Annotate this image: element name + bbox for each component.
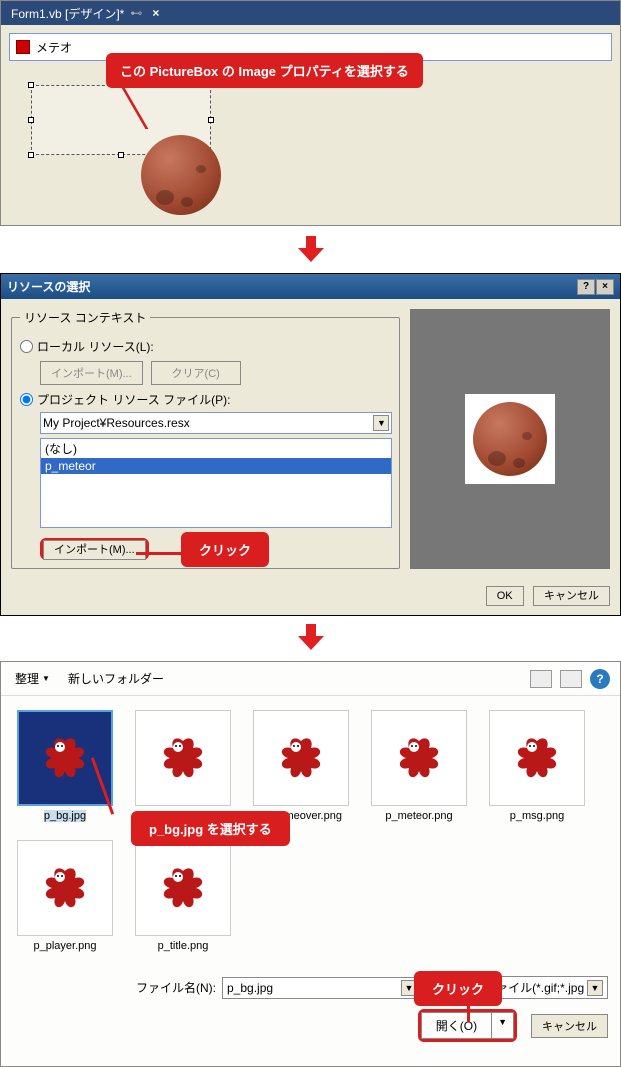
form-title: メテオ: [36, 39, 72, 56]
form-designer-panel: Form1.vb [デザイン]* ⊷ × メテオ この PictureBox の…: [0, 0, 621, 226]
callout-picturebox: この PictureBox の Image プロパティを選択する: [106, 53, 423, 88]
resize-handle[interactable]: [28, 82, 34, 88]
document-tab-bar: Form1.vb [デザイン]* ⊷ ×: [1, 1, 620, 25]
callout-click-import: クリック: [181, 532, 269, 567]
clear-button: クリア(C): [151, 361, 241, 385]
resource-file-dropdown[interactable]: My Project¥Resources.resx ▼: [40, 412, 392, 434]
file-item[interactable]: p_bg.jpg: [15, 710, 115, 822]
help-icon[interactable]: ?: [590, 669, 610, 689]
file-thumbnail[interactable]: [489, 710, 585, 806]
filename-label: ファイル名(N):: [136, 979, 216, 996]
organize-button[interactable]: 整理 ▼: [11, 668, 54, 689]
fieldset-legend: リソース コンテキスト: [20, 309, 150, 326]
file-label: p_bg.jpg: [44, 810, 86, 822]
list-item[interactable]: (なし): [41, 439, 391, 458]
design-surface[interactable]: メテオ この PictureBox の Image プロパティを選択する: [1, 25, 620, 225]
file-item[interactable]: p_title.png: [133, 840, 233, 952]
file-thumbnail[interactable]: [135, 710, 231, 806]
resource-preview: [410, 309, 610, 569]
help-button[interactable]: ?: [577, 279, 595, 295]
file-item[interactable]: p_explosion.png: [133, 710, 233, 822]
cancel-button[interactable]: キャンセル: [533, 586, 610, 606]
callout-line: [467, 1004, 470, 1022]
chevron-down-icon: ▼: [42, 674, 50, 683]
radio-local-resource[interactable]: ローカル リソース(L):: [20, 338, 391, 355]
callout-select-file: p_bg.jpg を選択する: [131, 811, 290, 846]
arrow-down-icon: [0, 622, 621, 655]
file-label: p_title.png: [158, 940, 209, 952]
meteor-image: [141, 135, 231, 225]
tab-title: Form1.vb [デザイン]*: [11, 5, 124, 22]
radio-local[interactable]: [20, 340, 33, 353]
import-button-disabled: インポート(M)...: [40, 361, 143, 385]
list-item[interactable]: p_meteor: [41, 458, 391, 474]
chevron-down-icon[interactable]: ▼: [492, 1013, 513, 1038]
close-button[interactable]: ×: [596, 279, 614, 295]
document-tab[interactable]: Form1.vb [デザイン]* ⊷ ×: [5, 5, 169, 22]
pin-icon[interactable]: ⊷: [130, 6, 142, 20]
file-footer: ファイル名(N): p_bg.jpg ▼ イメージ ファイル(*.gif;*.j…: [1, 966, 620, 1066]
resource-listbox[interactable]: (なし) p_meteor: [40, 438, 392, 528]
dialog-titlebar: リソースの選択 ? ×: [1, 274, 620, 299]
file-grid[interactable]: p_bg.jpg p_explosion.pngp_gameover.png p_m…: [1, 696, 620, 966]
callout-line: [136, 552, 186, 555]
chevron-down-icon[interactable]: ▼: [373, 415, 389, 431]
dialog-footer: OK キャンセル: [1, 579, 620, 615]
import-button-highlighted: インポート(M)...: [40, 538, 149, 560]
radio-project-resource[interactable]: プロジェクト リソース ファイル(P):: [20, 391, 391, 408]
radio-project[interactable]: [20, 393, 33, 406]
resize-handle[interactable]: [208, 117, 214, 123]
resize-handle[interactable]: [28, 152, 34, 158]
file-label: p_player.png: [34, 940, 97, 952]
view-icon[interactable]: [530, 670, 552, 688]
resize-handle[interactable]: [28, 117, 34, 123]
dialog-title: リソースの選択: [7, 278, 90, 295]
file-thumbnail[interactable]: [135, 840, 231, 936]
import-button[interactable]: インポート(M)...: [43, 540, 146, 560]
resource-context-fieldset: リソース コンテキスト ローカル リソース(L): インポート(M)... クリ…: [11, 309, 400, 569]
file-thumbnail[interactable]: [17, 840, 113, 936]
resize-handle[interactable]: [118, 152, 124, 158]
file-item[interactable]: p_meteor.png: [369, 710, 469, 822]
file-thumbnail[interactable]: [371, 710, 467, 806]
file-item[interactable]: p_msg.png: [487, 710, 587, 822]
resource-select-dialog: リソースの選択 ? × リソース コンテキスト ローカル リソース(L): イン…: [0, 273, 621, 616]
file-item[interactable]: p_gameover.png: [251, 710, 351, 822]
file-item[interactable]: p_player.png: [15, 840, 115, 952]
form-icon: [16, 40, 30, 54]
callout-click-open: クリック: [414, 971, 502, 1006]
file-label: p_meteor.png: [385, 810, 452, 822]
file-thumbnail[interactable]: [253, 710, 349, 806]
file-toolbar: 整理 ▼ 新しいフォルダー ?: [1, 662, 620, 696]
close-icon[interactable]: ×: [148, 6, 163, 20]
preview-pane-icon[interactable]: [560, 670, 582, 688]
preview-box: [465, 394, 555, 484]
file-open-dialog: 整理 ▼ 新しいフォルダー ? p_bg.jpgp_explosion.pngp…: [0, 661, 621, 1067]
ok-button[interactable]: OK: [486, 586, 524, 606]
chevron-down-icon[interactable]: ▼: [587, 980, 603, 996]
filename-input[interactable]: p_bg.jpg ▼: [222, 977, 422, 999]
new-folder-button[interactable]: 新しいフォルダー: [64, 668, 168, 689]
cancel-button[interactable]: キャンセル: [531, 1014, 608, 1038]
arrow-down-icon: [0, 234, 621, 267]
file-thumbnail[interactable]: [17, 710, 113, 806]
file-label: p_msg.png: [510, 810, 564, 822]
